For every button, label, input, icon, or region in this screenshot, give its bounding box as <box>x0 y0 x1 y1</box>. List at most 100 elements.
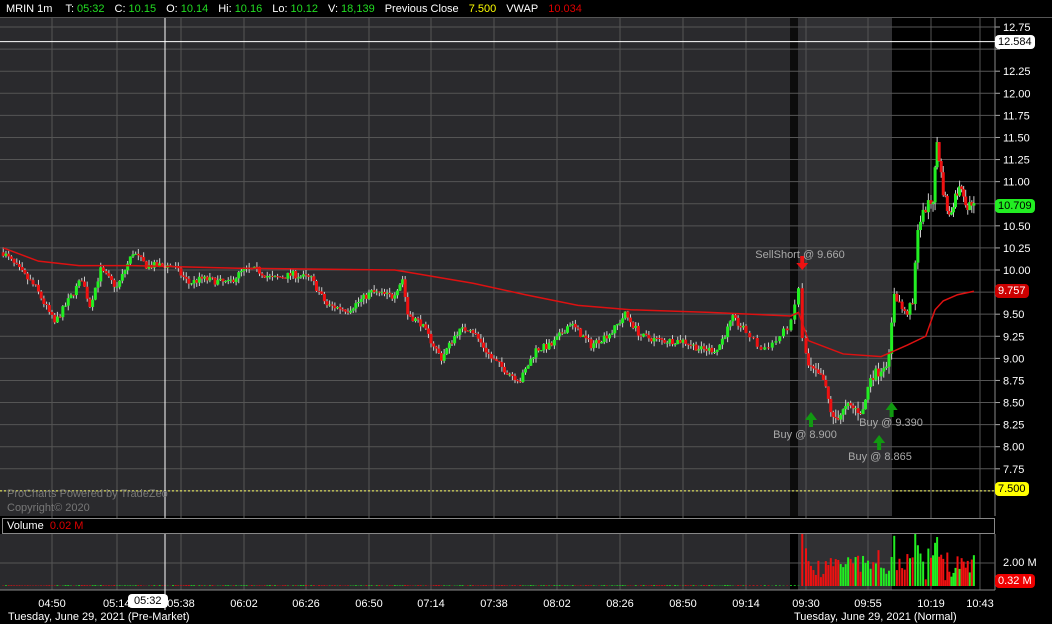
candle-body <box>309 276 313 278</box>
x-tick-label: 06:26 <box>292 598 320 610</box>
volume-bar <box>854 557 857 586</box>
volume-bar <box>834 559 837 586</box>
candle-body <box>723 337 727 339</box>
candle-body <box>655 337 659 339</box>
candle-body <box>434 346 438 349</box>
volume-bar <box>857 555 860 586</box>
candle-body <box>281 277 285 279</box>
candle-body <box>468 330 472 332</box>
volume-bar <box>948 571 951 586</box>
volume-bar <box>190 585 193 586</box>
candle-body <box>550 342 554 346</box>
volume-bar <box>940 554 943 586</box>
candle-body <box>91 299 95 307</box>
volume-bar <box>406 585 409 586</box>
candle-body <box>213 277 217 285</box>
candle-body <box>208 277 212 281</box>
x-tick-label: 06:02 <box>230 598 258 610</box>
candle-body <box>634 325 638 328</box>
candle-body <box>676 340 680 345</box>
volume-bar <box>934 542 937 586</box>
candle-body <box>752 337 755 339</box>
candle-body <box>851 405 855 409</box>
candle-body <box>913 262 917 304</box>
candle-body <box>686 343 690 345</box>
volume-bar <box>571 585 574 586</box>
candle-body <box>524 368 527 373</box>
y-tick-label: 11.25 <box>1003 155 1030 167</box>
volume-bar <box>227 585 230 586</box>
volume-bar <box>700 585 703 586</box>
candle-body <box>814 368 818 370</box>
candle-body <box>110 276 114 281</box>
watermark-line2: Copyright© 2020 <box>7 502 90 514</box>
candle-body <box>375 291 379 293</box>
candle-body <box>618 322 622 325</box>
candle-body <box>419 319 423 327</box>
candle-body <box>93 287 97 300</box>
candle-body <box>639 335 643 337</box>
open-value: 10.14 <box>180 2 209 15</box>
candle-body <box>39 291 43 299</box>
candle-body <box>445 348 449 355</box>
volume-bar <box>824 561 827 586</box>
candle-body <box>951 207 955 213</box>
candle-body <box>107 273 111 277</box>
volume-bar <box>869 568 872 586</box>
candle-body <box>447 342 451 349</box>
candle-body <box>64 305 68 307</box>
candle-body <box>80 280 84 282</box>
candle-body <box>594 340 598 344</box>
candle-body <box>354 303 358 309</box>
candle-body <box>126 263 130 271</box>
candle-body <box>811 366 815 369</box>
candle-body <box>933 167 937 203</box>
volume-bar <box>88 585 91 586</box>
candle-body <box>200 276 204 279</box>
candle-body <box>516 380 520 382</box>
volume-bar <box>18 585 21 586</box>
volume-bar <box>674 585 677 586</box>
candle-body <box>513 375 517 381</box>
candle-body <box>88 298 92 307</box>
candle-body <box>221 278 225 282</box>
y-tick-label: 11.00 <box>1003 177 1030 189</box>
volume-bar <box>78 585 81 586</box>
candle-body <box>294 270 298 279</box>
candle-body <box>144 261 148 269</box>
volume-bar <box>885 573 888 586</box>
y-tick-label: 9.00 <box>1003 353 1024 365</box>
open-label: O: <box>166 2 178 15</box>
volume-bar <box>645 585 648 586</box>
candle-body <box>702 346 706 349</box>
volume-bar <box>822 573 825 586</box>
quote-header: MRIN 1m T: 05:32 C: 10.15 O: 10.14 Hi: 10.16… <box>0 0 1052 18</box>
last-price-label: 10.709 <box>995 199 1035 213</box>
candle-body <box>398 284 402 291</box>
volume-bar <box>880 567 883 586</box>
candle-body <box>359 299 363 302</box>
candle-body <box>678 340 682 343</box>
vwap-price-label: 9.757 <box>995 284 1029 298</box>
candle-body <box>566 326 569 333</box>
volume-bar <box>619 585 621 586</box>
candle-body <box>440 353 443 361</box>
y-tick-label: 10.25 <box>1003 243 1031 255</box>
volume-bar <box>658 585 661 586</box>
volume-bar <box>756 585 759 586</box>
volume-bar <box>852 563 855 586</box>
candle-body <box>900 301 904 310</box>
low-label: Lo: <box>272 2 288 15</box>
candle-body <box>338 307 342 310</box>
volume-bar <box>461 585 464 586</box>
candle-body <box>821 374 825 380</box>
candle-body <box>793 304 797 320</box>
candle-body <box>579 328 583 338</box>
prev-close-label: Previous Close <box>384 2 459 15</box>
candle-body <box>45 304 49 306</box>
candle-body <box>621 318 625 323</box>
candle-body <box>571 323 575 326</box>
volume-bar <box>587 585 590 586</box>
volume-bar <box>966 560 969 586</box>
volume-bar <box>655 585 658 586</box>
